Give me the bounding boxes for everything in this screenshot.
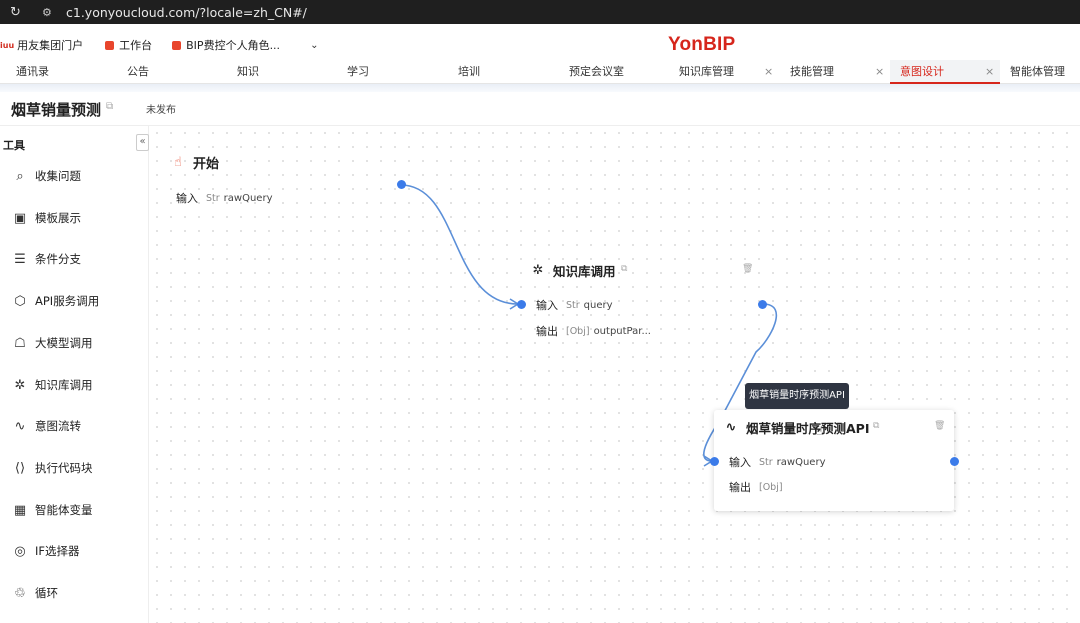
knowledge-input-port[interactable] xyxy=(517,300,526,309)
close-icon[interactable]: × xyxy=(985,60,994,84)
edit-title-icon[interactable]: ⧉ xyxy=(106,101,113,112)
collapse-sidebar-icon[interactable]: « xyxy=(136,134,149,151)
sidebar-item-template[interactable]: ▣ 模板展示 xyxy=(11,209,81,227)
tab-shadow xyxy=(0,84,1080,92)
llm-icon: ☖ xyxy=(14,335,26,351)
template-icon: ▣ xyxy=(13,210,27,226)
sidebar-item-llm[interactable]: ☖ 大模型调用 xyxy=(11,334,92,352)
publish-status: 未发布 xyxy=(146,105,176,116)
page-header: 烟草销量预测 ⧉ 未发布 xyxy=(0,92,1080,126)
reload-icon[interactable]: ↻ xyxy=(10,5,30,20)
knowledge-output-port[interactable] xyxy=(758,300,767,309)
start-output-port[interactable] xyxy=(397,180,406,189)
bookmark-bar: iuu 用友集团门户 工作台 BIP费控个人角色... ⌄ YonBIP xyxy=(0,30,1080,60)
delete-icon[interactable]: 🗑 xyxy=(934,421,945,431)
node-api-title[interactable]: ∿ 烟草销量时序预测API xyxy=(722,418,870,437)
tab-skill-mgmt[interactable]: 技能管理 × xyxy=(790,60,890,84)
loop-icon: ♲ xyxy=(14,585,26,601)
sidebar-item-intent[interactable]: ∿ 意图流转 xyxy=(11,417,81,435)
bookmark-bip-expense[interactable]: BIP费控个人角色... ⌄ xyxy=(172,37,318,53)
bookmark-label: 工作台 xyxy=(119,39,153,52)
brand-logo: YonBIP xyxy=(668,34,736,55)
api-icon: ⬡ xyxy=(14,293,26,309)
bookmark-label: BIP费控个人角色... xyxy=(186,39,281,52)
node-knowledge-title[interactable]: ✲ 知识库调用 xyxy=(529,261,616,280)
sidebar-title: 工具 xyxy=(3,139,25,152)
bookmark-workbench[interactable]: 工作台 xyxy=(105,37,152,53)
sidebar-item-api[interactable]: ⬡ API服务调用 xyxy=(11,292,99,310)
bookmark-label: 用友集团门户 xyxy=(17,39,84,52)
branch-icon: ☰ xyxy=(14,251,26,267)
address-bar[interactable]: c1.yonyoucloud.com/?locale=zh_CN#/ xyxy=(66,5,307,20)
sidebar-item-loop[interactable]: ♲ 循环 xyxy=(11,584,58,602)
bookmark-portal[interactable]: iuu 用友集团门户 xyxy=(0,37,83,53)
if-icon: ◎ xyxy=(14,543,26,559)
flow-canvas[interactable] xyxy=(150,126,1080,623)
sidebar-item-code[interactable]: ⟨⟩ 执行代码块 xyxy=(11,459,93,477)
node-title-tooltip: 烟草销量时序预测API xyxy=(745,383,849,409)
bip-icon xyxy=(172,40,182,50)
external-link-icon[interactable]: ⧉ xyxy=(873,421,879,431)
node-knowledge-input: 输入 Str query xyxy=(536,299,613,312)
sidebar-item-branch[interactable]: ☰ 条件分支 xyxy=(11,250,81,268)
intent-icon: ∿ xyxy=(725,420,737,435)
app-tabs: 通讯录 公告 知识 学习 培训 预定会议室 知识库管理 × 技能管理 × 意图设… xyxy=(0,60,1080,84)
tab-agent-mgmt[interactable]: 智能体管理 xyxy=(1010,60,1065,84)
browser-toolbar: ↻ ⚙ c1.yonyoucloud.com/?locale=zh_CN#/ xyxy=(0,0,1080,24)
chevron-down-icon[interactable]: ⌄ xyxy=(310,40,318,51)
page-title: 烟草销量预测 xyxy=(11,101,102,119)
node-knowledge-output: 输出 [Obj] outputPar... xyxy=(536,325,651,338)
tab-knowledge-base-mgmt[interactable]: 知识库管理 × xyxy=(679,60,779,84)
external-link-icon[interactable]: ⧉ xyxy=(621,264,627,274)
code-icon: ⟨⟩ xyxy=(14,460,26,476)
sidebar-item-collect[interactable]: ⌕ 收集问题 xyxy=(11,167,81,185)
start-icon: ☝ xyxy=(174,155,182,170)
collect-icon: ⌕ xyxy=(16,168,24,184)
api-output-port[interactable] xyxy=(950,457,959,466)
tab-intent-design[interactable]: 意图设计 × xyxy=(890,60,1000,84)
sidebar-item-if[interactable]: ◎ IF选择器 xyxy=(11,542,79,560)
api-input-port[interactable] xyxy=(710,457,719,466)
close-icon[interactable]: × xyxy=(764,60,773,84)
knowledge-icon: ✲ xyxy=(14,377,26,393)
tool-sidebar: 工具 « ⌕ 收集问题 ▣ 模板展示 ☰ 条件分支 ⬡ API服务调用 ☖ 大模… xyxy=(0,126,149,623)
sidebar-item-knowledge[interactable]: ✲ 知识库调用 xyxy=(11,376,93,394)
knowledge-icon: ✲ xyxy=(532,263,544,278)
sidebar-item-variable[interactable]: ▦ 智能体变量 xyxy=(11,501,93,519)
delete-icon[interactable]: 🗑 xyxy=(742,264,753,274)
node-api-output: 输出 [Obj] xyxy=(729,481,783,494)
workbench-icon xyxy=(105,40,115,50)
mouse-cursor-icon: ☝ xyxy=(816,424,824,438)
node-start-title[interactable]: ☝ 开始 xyxy=(169,153,219,172)
portal-logo-icon: iuu xyxy=(0,40,15,50)
tab-learning[interactable]: 学习 xyxy=(347,60,369,84)
intent-icon: ∿ xyxy=(14,418,26,434)
close-icon[interactable]: × xyxy=(875,60,884,84)
site-settings-icon[interactable]: ⚙ xyxy=(42,6,60,19)
variable-icon: ▦ xyxy=(13,502,27,518)
tab-contacts[interactable]: 通讯录 xyxy=(16,60,49,84)
tab-training[interactable]: 培训 xyxy=(458,60,480,84)
node-start-input: 输入 Str rawQuery xyxy=(176,192,273,205)
tab-meeting-room[interactable]: 预定会议室 xyxy=(569,60,624,84)
tab-knowledge[interactable]: 知识 xyxy=(237,60,259,84)
node-api-input: 输入 Str rawQuery xyxy=(729,456,826,469)
tab-announcements[interactable]: 公告 xyxy=(127,60,149,84)
